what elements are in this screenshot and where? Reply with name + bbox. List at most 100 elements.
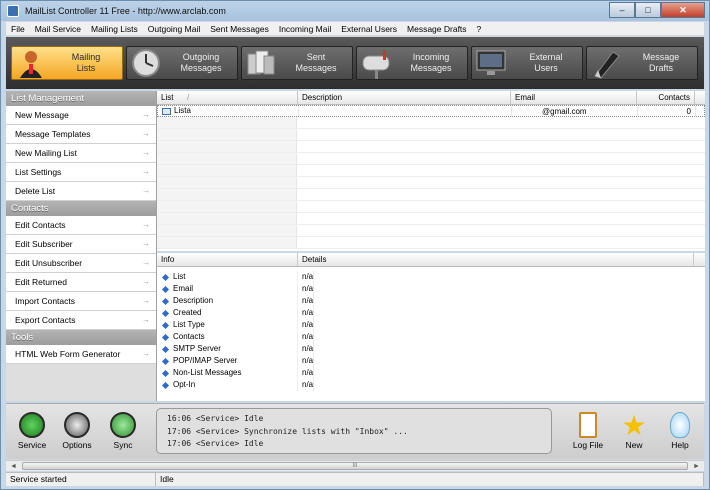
- menu-sent-messages[interactable]: Sent Messages: [205, 24, 274, 34]
- sidebar-item-list-settings[interactable]: List Settings →: [6, 163, 156, 182]
- help-label: Help: [671, 440, 689, 450]
- info-row[interactable]: Non-List Messages n/a: [157, 367, 705, 379]
- info-icon: [161, 357, 170, 365]
- close-button[interactable]: ✕: [661, 2, 705, 18]
- tab-sent-messages[interactable]: Sent Messages: [241, 46, 353, 80]
- list-grid: List / Description Email Contacts Lista @…: [157, 91, 705, 251]
- arrow-right-icon: →: [142, 148, 150, 157]
- options-button[interactable]: Options: [55, 412, 99, 450]
- info-row[interactable]: List n/a: [157, 271, 705, 283]
- menu-message-drafts[interactable]: Message Drafts: [402, 24, 472, 34]
- tab-label-2: Messages: [410, 63, 452, 73]
- service-button[interactable]: Service: [10, 412, 54, 450]
- lightbulb-icon: [670, 412, 690, 438]
- stack-icon: [242, 46, 280, 80]
- help-button[interactable]: Help: [658, 412, 702, 450]
- title-bar[interactable]: MailList Controller 11 Free - http://www…: [1, 1, 709, 21]
- col-contacts[interactable]: Contacts: [637, 91, 695, 104]
- sidebar-item-edit-unsubscriber[interactable]: Edit Unsubscriber →: [6, 254, 156, 273]
- new-button[interactable]: ★ New: [612, 410, 656, 451]
- menu-outgoing-mail[interactable]: Outgoing Mail: [143, 24, 205, 34]
- section-contacts: Contacts: [6, 201, 156, 216]
- table-row[interactable]: Lista @gmail.com 0: [157, 105, 705, 117]
- info-icon: [161, 309, 170, 317]
- main-toolbar: Mailing Lists Outgoing Messages Sent Messag…: [6, 37, 704, 89]
- info-row[interactable]: Opt-In n/a: [157, 379, 705, 391]
- arrow-right-icon: →: [142, 167, 150, 176]
- tab-message-drafts[interactable]: Message Drafts: [586, 46, 698, 80]
- tab-mailing-lists[interactable]: Mailing Lists: [11, 46, 123, 80]
- col-info[interactable]: Info: [157, 253, 298, 266]
- tab-label-1: External: [529, 52, 563, 62]
- col-description[interactable]: Description: [298, 91, 511, 104]
- maximize-button[interactable]: □: [635, 2, 661, 18]
- power-icon: [19, 412, 45, 438]
- info-row[interactable]: Description n/a: [157, 295, 705, 307]
- col-list[interactable]: List /: [157, 91, 298, 104]
- new-label: New: [625, 440, 643, 450]
- scroll-right-icon[interactable]: ►: [691, 462, 702, 471]
- tab-label-2: Drafts: [648, 63, 673, 73]
- tab-label-1: Message: [642, 52, 680, 62]
- info-row[interactable]: Created n/a: [157, 307, 705, 319]
- info-row[interactable]: Email n/a: [157, 283, 705, 295]
- sidebar: List Management New Message → Message Tem…: [6, 91, 156, 401]
- service-label: Service: [17, 440, 47, 450]
- bottom-panel: Service Options Sync 16:06 <Service> Idl…: [6, 403, 704, 459]
- info-grid: Info Details List n/a Email n/a Descriptio…: [157, 253, 705, 391]
- tab-label-1: Outgoing: [182, 52, 220, 62]
- menu-mailing-lists[interactable]: Mailing Lists: [86, 24, 143, 34]
- scroll-left-icon[interactable]: ◄: [8, 462, 19, 471]
- menu-incoming-mail[interactable]: Incoming Mail: [274, 24, 336, 34]
- info-icon: [161, 333, 170, 341]
- arrow-right-icon: →: [142, 110, 150, 119]
- info-icon: [161, 381, 170, 389]
- sidebar-item-new-message[interactable]: New Message →: [6, 106, 156, 125]
- info-grid-header: Info Details: [157, 253, 705, 267]
- menu-file[interactable]: File: [6, 24, 30, 34]
- cell-list: Lista: [174, 106, 191, 115]
- sidebar-item-import-contacts[interactable]: Import Contacts →: [6, 292, 156, 311]
- status-bar: Service started Idle: [6, 472, 704, 486]
- arrow-right-icon: →: [142, 129, 150, 138]
- arrow-right-icon: →: [142, 315, 150, 324]
- tab-outgoing-messages[interactable]: Outgoing Messages: [126, 46, 238, 80]
- info-row[interactable]: Contacts n/a: [157, 331, 705, 343]
- sidebar-item-export-contacts[interactable]: Export Contacts →: [6, 311, 156, 330]
- info-row[interactable]: List Type n/a: [157, 319, 705, 331]
- sidebar-item-label: Edit Unsubscriber: [15, 258, 83, 268]
- sidebar-item-new-mailing-list[interactable]: New Mailing List →: [6, 144, 156, 163]
- col-details[interactable]: Details: [298, 253, 694, 266]
- info-icon: [161, 321, 170, 329]
- sidebar-item-delete-list[interactable]: Delete List →: [6, 182, 156, 201]
- logfile-button[interactable]: Log File: [566, 412, 610, 450]
- info-row[interactable]: SMTP Server n/a: [157, 343, 705, 355]
- horizontal-scrollbar[interactable]: ◄ III ►: [6, 460, 704, 471]
- monitor-icon: [472, 46, 510, 80]
- tab-label-1: Sent: [306, 52, 326, 62]
- info-row[interactable]: POP/IMAP Server n/a: [157, 355, 705, 367]
- tab-external-users[interactable]: External Users: [471, 46, 583, 80]
- menu-external-users[interactable]: External Users: [336, 24, 402, 34]
- tab-label-2: Messages: [180, 63, 222, 73]
- sidebar-item-html-web-form-generator[interactable]: HTML Web Form Generator →: [6, 345, 156, 364]
- app-icon: [7, 5, 19, 17]
- menu-help[interactable]: ?: [472, 24, 487, 34]
- sidebar-item-edit-contacts[interactable]: Edit Contacts →: [6, 216, 156, 235]
- gauge-icon: [64, 412, 90, 438]
- tab-incoming-messages[interactable]: Incoming Messages: [356, 46, 468, 80]
- sync-button[interactable]: Sync: [101, 412, 145, 450]
- section-tools: Tools: [6, 330, 156, 345]
- log-panel[interactable]: 16:06 <Service> Idle 17:06 <Service> Syn…: [156, 408, 552, 454]
- scroll-thumb[interactable]: III: [22, 462, 688, 470]
- sidebar-item-message-templates[interactable]: Message Templates →: [6, 125, 156, 144]
- arrow-right-icon: →: [142, 186, 150, 195]
- minimize-button[interactable]: –: [609, 2, 635, 18]
- menu-mail-service[interactable]: Mail Service: [30, 24, 86, 34]
- sidebar-item-label: HTML Web Form Generator: [15, 349, 121, 359]
- star-icon: ★: [621, 410, 647, 441]
- sidebar-item-edit-subscriber[interactable]: Edit Subscriber →: [6, 235, 156, 254]
- col-email[interactable]: Email: [511, 91, 637, 104]
- options-label: Options: [62, 440, 92, 450]
- sidebar-item-edit-returned[interactable]: Edit Returned →: [6, 273, 156, 292]
